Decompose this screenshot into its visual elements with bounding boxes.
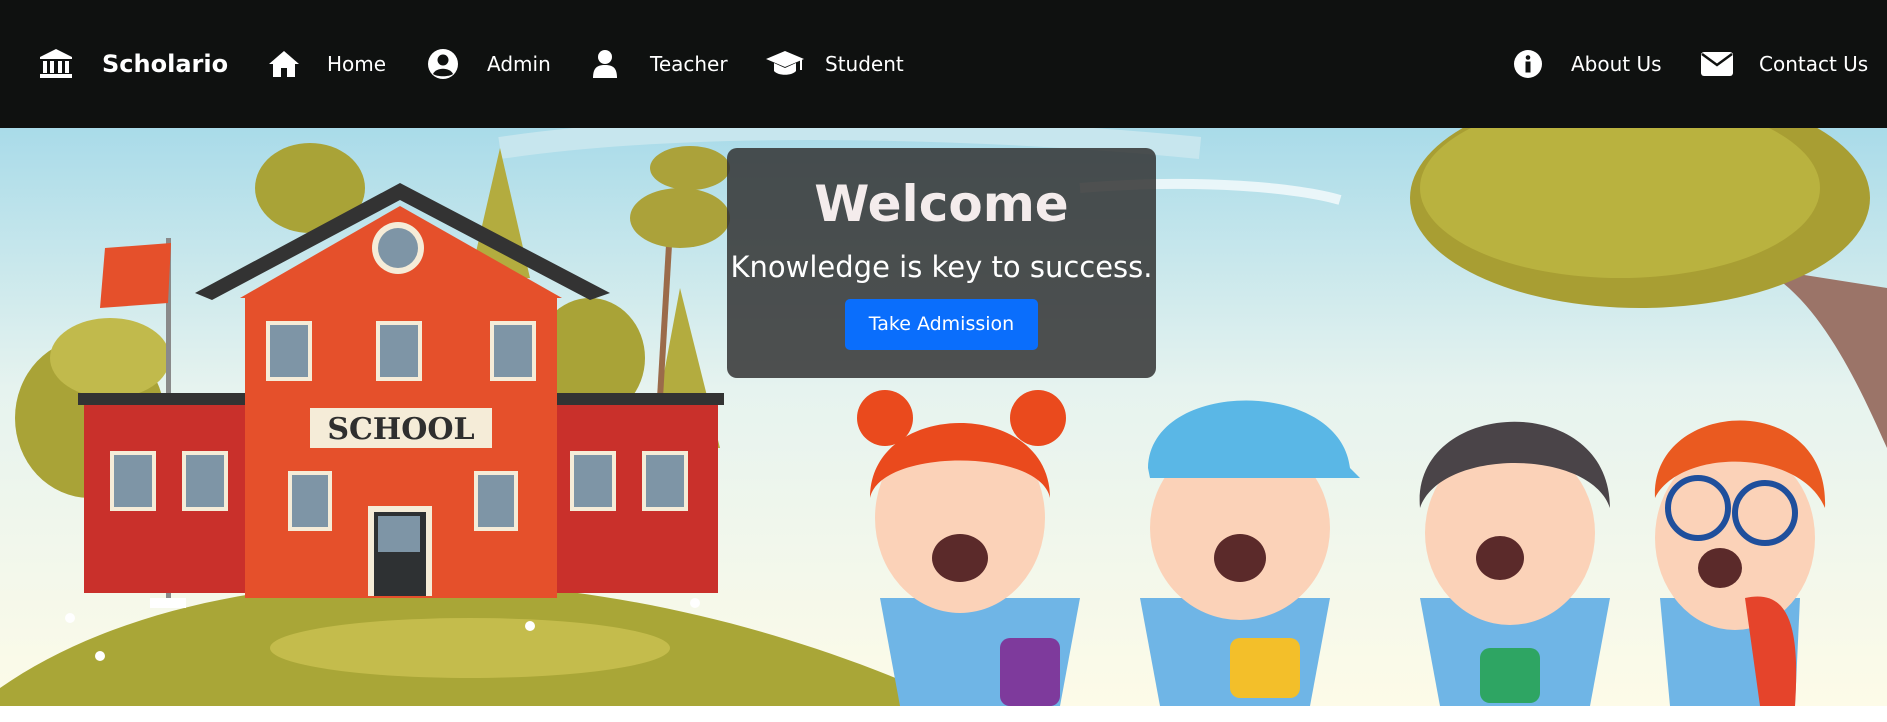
nav-admin[interactable]: Admin xyxy=(427,0,551,128)
nav-about-label: About Us xyxy=(1571,52,1662,76)
welcome-card: Welcome Knowledge is key to success. Tak… xyxy=(727,148,1156,378)
bank-icon xyxy=(40,48,72,80)
hero-banner: SCHOOL Welcome Knowledge is key to succe… xyxy=(0,128,1887,706)
nav-home[interactable]: Home xyxy=(268,0,386,128)
home-icon xyxy=(268,48,300,80)
user-icon xyxy=(589,48,621,80)
welcome-tagline: Knowledge is key to success. xyxy=(730,250,1153,284)
envelope-icon xyxy=(1700,48,1734,80)
school-sign: SCHOOL xyxy=(327,412,474,447)
brand-link[interactable]: Scholario xyxy=(40,0,228,128)
nav-home-label: Home xyxy=(327,52,387,76)
nav-contact[interactable]: Contact Us xyxy=(1700,0,1868,128)
nav-about[interactable]: About Us xyxy=(1512,0,1662,128)
brand-name: Scholario xyxy=(102,50,229,78)
nav-teacher[interactable]: Teacher xyxy=(589,0,728,128)
take-admission-button[interactable]: Take Admission xyxy=(844,299,1039,350)
nav-admin-label: Admin xyxy=(487,52,551,76)
graduation-cap-icon xyxy=(765,48,805,80)
nav-contact-label: Contact Us xyxy=(1759,52,1869,76)
info-circle-icon xyxy=(1512,48,1544,80)
nav-teacher-label: Teacher xyxy=(650,52,728,76)
nav-student[interactable]: Student xyxy=(765,0,904,128)
user-circle-icon xyxy=(427,48,459,80)
nav-student-label: Student xyxy=(825,52,904,76)
welcome-title: Welcome xyxy=(814,175,1069,233)
top-navbar: Scholario Home Admin Teacher Student Abo… xyxy=(0,0,1887,128)
